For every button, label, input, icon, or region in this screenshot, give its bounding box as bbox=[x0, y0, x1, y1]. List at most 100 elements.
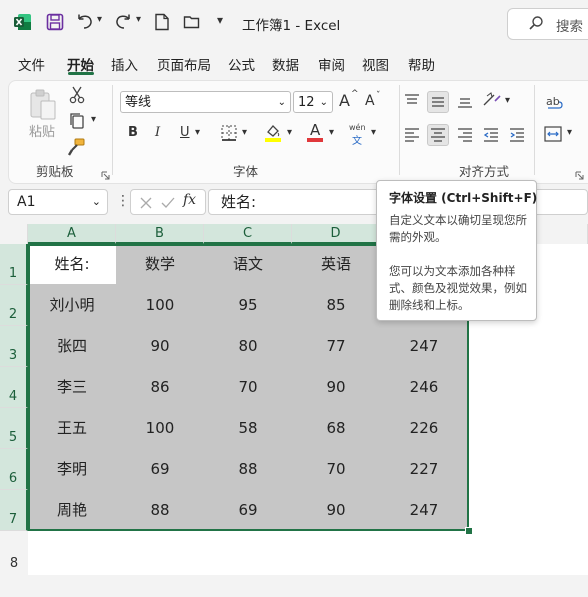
row-header-2[interactable]: 2 bbox=[0, 285, 28, 326]
row-header-8[interactable]: 8 bbox=[0, 531, 28, 575]
tab-review[interactable]: 审阅 bbox=[318, 54, 345, 74]
shrink-font-icon[interactable]: A bbox=[365, 93, 375, 109]
column-header-a[interactable]: A bbox=[28, 224, 116, 244]
alignment-launcher-icon[interactable] bbox=[575, 166, 585, 180]
tab-page-layout[interactable]: 页面布局 bbox=[157, 54, 211, 74]
column-header-d[interactable]: D bbox=[292, 224, 380, 244]
row-header-1[interactable]: 1 bbox=[0, 244, 28, 285]
fill-color-icon[interactable] bbox=[264, 123, 282, 143]
cell-c4[interactable]: 70 bbox=[204, 367, 292, 408]
cell-e3[interactable]: 247 bbox=[380, 326, 468, 367]
font-color-icon[interactable]: A bbox=[306, 121, 324, 143]
merge-dropdown-icon[interactable]: ▾ bbox=[567, 127, 572, 138]
customize-qat-icon[interactable]: ▾ bbox=[217, 13, 223, 27]
cell-a7[interactable]: 周艳 bbox=[28, 490, 116, 531]
undo-dropdown-icon[interactable]: ▾ bbox=[97, 14, 102, 25]
cell-d1[interactable]: 英语 bbox=[292, 244, 380, 285]
phonetic-dropdown-icon[interactable]: ▾ bbox=[371, 127, 376, 138]
align-bottom-icon[interactable] bbox=[457, 93, 473, 109]
insert-function-icon[interactable]: fx bbox=[183, 192, 196, 208]
cell-b1[interactable]: 数学 bbox=[116, 244, 204, 285]
align-top-icon[interactable] bbox=[404, 93, 420, 109]
cell-d4[interactable]: 90 bbox=[292, 367, 380, 408]
cell-c3[interactable]: 80 bbox=[204, 326, 292, 367]
formula-bar-options-icon[interactable]: ⋮ bbox=[116, 193, 130, 209]
cell-c1[interactable]: 语文 bbox=[204, 244, 292, 285]
cell-d5[interactable]: 68 bbox=[292, 408, 380, 449]
tab-help[interactable]: 帮助 bbox=[408, 54, 435, 74]
cell-c5[interactable]: 58 bbox=[204, 408, 292, 449]
align-right-icon[interactable] bbox=[457, 126, 473, 142]
name-box[interactable]: A1 ⌄ bbox=[8, 189, 108, 215]
italic-button[interactable]: I bbox=[155, 125, 160, 140]
cell-a4[interactable]: 李三 bbox=[28, 367, 116, 408]
copy-dropdown-icon[interactable]: ▾ bbox=[91, 114, 96, 125]
orientation-icon[interactable] bbox=[482, 91, 502, 109]
search-box[interactable]: 搜索 bbox=[507, 8, 588, 40]
cell-d3[interactable]: 77 bbox=[292, 326, 380, 367]
cell-c7[interactable]: 69 bbox=[204, 490, 292, 531]
fill-handle[interactable] bbox=[465, 527, 473, 535]
fill-color-dropdown-icon[interactable]: ▾ bbox=[287, 127, 292, 138]
cell-a5[interactable]: 王五 bbox=[28, 408, 116, 449]
cell-d7[interactable]: 90 bbox=[292, 490, 380, 531]
select-all-corner[interactable] bbox=[0, 224, 28, 244]
cell-a3[interactable]: 张四 bbox=[28, 326, 116, 367]
save-icon[interactable] bbox=[46, 13, 64, 31]
undo-icon[interactable] bbox=[76, 13, 94, 31]
row-header-7[interactable]: 7 bbox=[0, 490, 28, 531]
underline-button[interactable]: U bbox=[180, 125, 190, 140]
cell-b5[interactable]: 100 bbox=[116, 408, 204, 449]
tab-formulas[interactable]: 公式 bbox=[228, 54, 255, 74]
open-folder-icon[interactable] bbox=[183, 13, 201, 31]
tab-file[interactable]: 文件 bbox=[18, 54, 45, 74]
format-painter-icon[interactable] bbox=[67, 138, 86, 156]
column-header-c[interactable]: C bbox=[204, 224, 292, 244]
bold-button[interactable]: B bbox=[128, 125, 138, 140]
cell-a2[interactable]: 刘小明 bbox=[28, 285, 116, 326]
redo-icon[interactable] bbox=[114, 13, 132, 31]
tab-data[interactable]: 数据 bbox=[272, 54, 299, 74]
decrease-indent-icon[interactable] bbox=[483, 126, 499, 142]
row-header-4[interactable]: 4 bbox=[0, 367, 28, 408]
cell-b4[interactable]: 86 bbox=[116, 367, 204, 408]
cell-e4[interactable]: 246 bbox=[380, 367, 468, 408]
wrap-text-icon[interactable]: ab bbox=[545, 93, 563, 111]
row-header-3[interactable]: 3 bbox=[0, 326, 28, 367]
cell-e5[interactable]: 226 bbox=[380, 408, 468, 449]
align-left-icon[interactable] bbox=[404, 126, 420, 142]
redo-dropdown-icon[interactable]: ▾ bbox=[136, 14, 141, 25]
cell-d6[interactable]: 70 bbox=[292, 449, 380, 490]
paste-label[interactable]: 粘贴 bbox=[29, 121, 55, 140]
orientation-dropdown-icon[interactable]: ▾ bbox=[505, 95, 510, 106]
cell-e6[interactable]: 227 bbox=[380, 449, 468, 490]
borders-icon[interactable] bbox=[221, 125, 237, 141]
cancel-icon[interactable] bbox=[139, 195, 153, 214]
row-header-6[interactable]: 6 bbox=[0, 449, 28, 490]
cell-b3[interactable]: 90 bbox=[116, 326, 204, 367]
cell-c2[interactable]: 95 bbox=[204, 285, 292, 326]
tab-home[interactable]: 开始 bbox=[67, 54, 94, 74]
underline-dropdown-icon[interactable]: ▾ bbox=[195, 127, 200, 138]
align-middle-button[interactable] bbox=[427, 91, 449, 113]
enter-check-icon[interactable] bbox=[161, 195, 175, 214]
cell-b2[interactable]: 100 bbox=[116, 285, 204, 326]
cell-e7[interactable]: 247 bbox=[380, 490, 468, 531]
increase-indent-icon[interactable] bbox=[509, 126, 525, 142]
clipboard-launcher-icon[interactable] bbox=[101, 166, 111, 180]
cell-b7[interactable]: 88 bbox=[116, 490, 204, 531]
cell-d2[interactable]: 85 bbox=[292, 285, 380, 326]
new-file-icon[interactable] bbox=[154, 13, 170, 31]
borders-dropdown-icon[interactable]: ▾ bbox=[242, 127, 247, 138]
copy-icon[interactable] bbox=[68, 112, 86, 130]
merge-center-icon[interactable] bbox=[544, 126, 562, 142]
cell-a6[interactable]: 李明 bbox=[28, 449, 116, 490]
cell-c6[interactable]: 88 bbox=[204, 449, 292, 490]
align-center-button[interactable] bbox=[427, 124, 449, 146]
font-size-select[interactable]: 12 ⌄ bbox=[293, 91, 333, 113]
font-color-dropdown-icon[interactable]: ▾ bbox=[329, 127, 334, 138]
cell-a1[interactable]: 姓名: bbox=[28, 244, 116, 285]
cell-b6[interactable]: 69 bbox=[116, 449, 204, 490]
row-header-5[interactable]: 5 bbox=[0, 408, 28, 449]
grow-font-icon[interactable]: A bbox=[339, 91, 350, 110]
